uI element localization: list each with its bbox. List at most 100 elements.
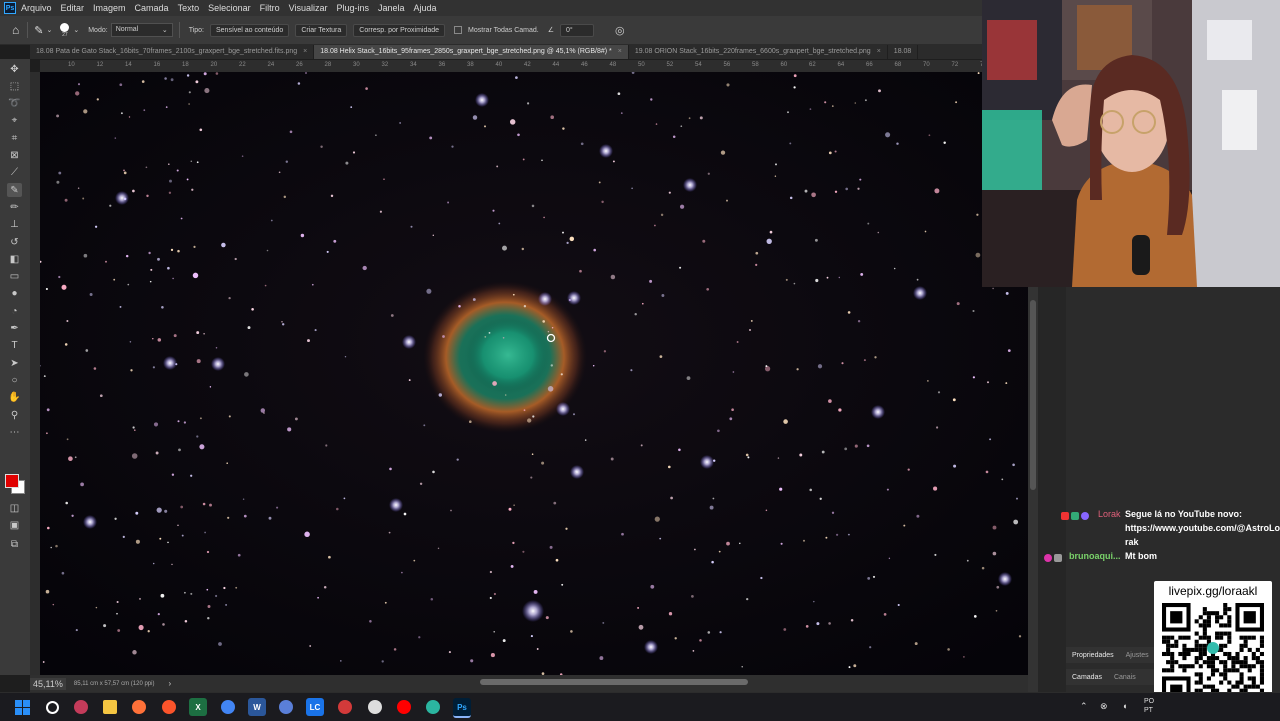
sample-all-checkbox[interactable]: [454, 26, 463, 34]
eraser-tool-icon[interactable]: ◧: [7, 252, 22, 266]
star: [58, 171, 62, 175]
star: [168, 191, 172, 194]
status-arrow-icon[interactable]: ›: [168, 679, 171, 688]
brush-chevron-icon[interactable]: ⌄: [73, 26, 79, 34]
spot-healing-tool-icon[interactable]: ✎: [7, 183, 22, 198]
menu-imagem[interactable]: Imagem: [93, 3, 126, 13]
file-explorer-icon[interactable]: [101, 698, 119, 716]
menu-texto[interactable]: Texto: [178, 3, 200, 13]
home-icon[interactable]: ⌂: [12, 23, 19, 37]
search-icon[interactable]: [43, 698, 61, 716]
menu-selecionar[interactable]: Selecionar: [208, 3, 251, 13]
crop-tool-icon[interactable]: ⌗: [7, 131, 22, 145]
screen-mode-icon[interactable]: ▣: [7, 518, 22, 532]
globe-app-icon[interactable]: [424, 698, 442, 716]
move-tool-icon[interactable]: ✥: [7, 62, 22, 76]
star: [883, 613, 887, 616]
chrome-icon[interactable]: [219, 698, 237, 716]
tool-preset-chevron-icon[interactable]: ⌄: [46, 26, 52, 34]
star: [276, 506, 279, 509]
star: [155, 451, 159, 455]
edit-toolbar-icon[interactable]: ⧉: [7, 537, 22, 551]
close-icon[interactable]: ×: [303, 48, 307, 55]
mode-select[interactable]: Normal ⌄: [110, 23, 173, 37]
more-tools-icon[interactable]: ⋯: [7, 425, 22, 439]
quick-select-tool-icon[interactable]: ⌖: [7, 114, 22, 128]
tab-adjustments[interactable]: Ajustes: [1120, 652, 1155, 659]
vertical-scrollbar-thumb[interactable]: [1030, 300, 1036, 490]
tab-helix[interactable]: 18.08 Helix Stack_16bits_95frames_2850s_…: [314, 45, 629, 59]
star: [572, 413, 576, 416]
path-select-tool-icon[interactable]: ➤: [7, 356, 22, 370]
angle-input[interactable]: 0°: [560, 23, 595, 37]
marquee-tool-icon[interactable]: ⬚: [7, 79, 22, 93]
foreground-color-swatch[interactable]: [5, 474, 19, 488]
brush-tool-icon[interactable]: ✏: [7, 200, 22, 214]
task-view-icon[interactable]: [72, 698, 90, 716]
pen-tool-icon[interactable]: ✒: [7, 322, 22, 336]
word-icon[interactable]: W: [248, 698, 266, 716]
menu-visualizar[interactable]: Visualizar: [289, 3, 328, 13]
horizontal-scrollbar[interactable]: [480, 679, 748, 685]
star: [893, 267, 896, 270]
menu-plugins[interactable]: Plug-ins: [336, 3, 369, 13]
app-diamond-icon[interactable]: [277, 698, 295, 716]
shape-tool-icon[interactable]: ○: [7, 373, 22, 387]
brave-icon[interactable]: [160, 698, 178, 716]
ruler-tick: 44: [552, 62, 560, 68]
gradient-tool-icon[interactable]: ▭: [7, 270, 22, 284]
menu-editar[interactable]: Editar: [61, 3, 85, 13]
star: [352, 151, 356, 154]
create-texture-button[interactable]: Criar Textura: [295, 23, 348, 37]
quick-mask-icon[interactable]: ◫: [7, 501, 22, 515]
lc-app-icon[interactable]: LC: [306, 698, 324, 716]
tab-properties[interactable]: Propriedades: [1066, 652, 1120, 659]
pressure-icon[interactable]: ◎: [615, 24, 625, 37]
menu-ajuda[interactable]: Ajuda: [414, 3, 437, 13]
menu-janela[interactable]: Janela: [378, 3, 405, 13]
network-icon[interactable]: ⊗: [1100, 701, 1108, 712]
volume-icon[interactable]: ◖: [1122, 701, 1127, 711]
content-aware-button[interactable]: Sensível ao conteúdo: [210, 23, 290, 37]
menu-arquivo[interactable]: Arquivo: [21, 3, 52, 13]
hand-tool-icon[interactable]: ✋: [7, 391, 22, 405]
zoom-level[interactable]: 45,11%: [30, 677, 66, 690]
star: [869, 646, 872, 649]
type-tool-icon[interactable]: T: [7, 339, 22, 353]
dodge-tool-icon[interactable]: ◔: [7, 304, 22, 318]
spot-healing-brush-icon[interactable]: ✎: [34, 24, 43, 37]
menu-filtro[interactable]: Filtro: [260, 3, 280, 13]
star: [281, 320, 283, 323]
eyedropper-tool-icon[interactable]: ⟋: [7, 166, 22, 180]
tab-channels[interactable]: Canais: [1108, 674, 1142, 681]
youtube-app-icon[interactable]: [395, 698, 413, 716]
tab-overflow[interactable]: 18.08: [888, 45, 919, 59]
tab-layers[interactable]: Camadas: [1066, 674, 1108, 681]
tab-pata-de-gato[interactable]: 18.08 Pata de Gato Stack_16bits_70frames…: [30, 45, 315, 59]
star: [570, 630, 573, 633]
tray-chevron-icon[interactable]: ⌃: [1080, 701, 1088, 712]
brush-preview[interactable]: 27: [60, 22, 70, 38]
proximity-match-button[interactable]: Corresp. por Proximidade: [353, 23, 446, 37]
blur-tool-icon[interactable]: ●: [7, 287, 22, 301]
photoshop-icon[interactable]: Ps: [453, 698, 471, 718]
recorder-app-icon[interactable]: [336, 698, 354, 716]
excel-icon[interactable]: X: [189, 698, 207, 716]
tab-orion[interactable]: 19.08 ORION Stack_16bits_220frames_6600s…: [629, 45, 888, 59]
lasso-tool-icon[interactable]: ➰: [7, 97, 22, 111]
star: [592, 365, 595, 367]
close-icon[interactable]: ×: [618, 48, 622, 55]
language-indicator[interactable]: PO PT: [1144, 697, 1154, 715]
image-canvas[interactable]: [40, 72, 1028, 675]
star: [320, 145, 323, 148]
close-icon[interactable]: ×: [877, 48, 881, 55]
frame-tool-icon[interactable]: ⊠: [7, 149, 22, 163]
clone-stamp-tool-icon[interactable]: ⊥: [7, 218, 22, 232]
star: [850, 619, 854, 622]
zoom-tool-icon[interactable]: ⚲: [7, 408, 22, 422]
windows-start-icon[interactable]: [13, 698, 31, 716]
obs-icon[interactable]: [366, 698, 384, 716]
menu-camada[interactable]: Camada: [135, 3, 169, 13]
firefox-icon[interactable]: [130, 698, 148, 716]
history-brush-tool-icon[interactable]: ↺: [7, 235, 22, 249]
